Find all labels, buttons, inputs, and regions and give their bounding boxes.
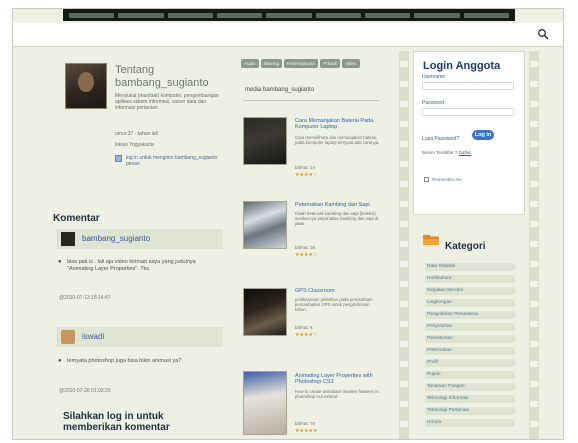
commenter-name[interactable]: bambang_sugianto xyxy=(82,234,150,243)
media-thumbnail[interactable] xyxy=(243,201,287,249)
message-login-text: log in untuk mengirim bambang_sugianto p… xyxy=(126,155,218,167)
remember-me-checkbox[interactable] xyxy=(424,177,429,182)
category-item[interactable]: Hortikultura xyxy=(425,275,515,283)
top-navigation xyxy=(63,9,515,21)
category-item[interactable]: Data Statistik xyxy=(425,263,515,271)
media-divider xyxy=(243,100,379,101)
category-item[interactable]: Umum xyxy=(425,419,515,427)
username-label: Username xyxy=(422,74,446,80)
media-item-views: Dilihat: 38 xyxy=(295,245,316,250)
tab-pribadi[interactable]: Pribadi xyxy=(320,59,341,68)
comment-date-1: @2010-07-13 15:14:47 xyxy=(59,295,111,301)
category-item[interactable]: Penyuluhan xyxy=(425,323,515,331)
forgot-password-link[interactable]: Lupa Password? xyxy=(422,136,459,142)
media-item-title[interactable]: GPS Classroom xyxy=(295,288,381,294)
profile-avatar[interactable] xyxy=(65,63,107,109)
kategori-title: Kategori xyxy=(445,241,486,252)
tab-audio[interactable]: Audio xyxy=(241,59,259,68)
category-item[interactable]: Perkebunan xyxy=(425,335,515,343)
top-nav-item-3[interactable] xyxy=(167,12,213,18)
media-item-title[interactable]: Cara Memanjakan Baterai Pada Komputer La… xyxy=(295,118,381,130)
tab-video[interactable]: Video xyxy=(342,59,360,68)
sidebar-column: Login Anggota Username Password Lupa Pas… xyxy=(413,51,525,439)
remember-me-label: Remember me xyxy=(432,177,462,182)
rating-stars[interactable]: ★★★★★ xyxy=(295,428,317,434)
media-item-title[interactable]: Peternakan Kambing dan Sapi xyxy=(295,202,381,208)
password-field[interactable] xyxy=(422,108,514,116)
search-bar xyxy=(13,23,563,47)
media-thumbnail[interactable] xyxy=(243,288,287,336)
commenter-name[interactable]: iswadi xyxy=(82,332,104,341)
top-nav-item-5[interactable] xyxy=(266,12,312,18)
media-item-description: How to create animation timeline feature… xyxy=(295,389,379,399)
top-nav-item-1[interactable] xyxy=(69,12,115,18)
register-prefix: Belum Terdaftar ? xyxy=(422,150,458,155)
profile-location: lokasi Yogyakarta xyxy=(115,142,154,148)
top-nav-item-2[interactable] xyxy=(118,12,164,18)
comment-header-1: bambang_sugianto xyxy=(57,229,223,249)
commenter-avatar[interactable] xyxy=(61,330,75,344)
media-tabs: Audio Sharing Kebersamaan Pribadi Video xyxy=(241,59,360,68)
right-rail-decoration xyxy=(529,51,539,439)
category-item[interactable]: Tanaman Pangan xyxy=(425,383,515,391)
media-item-views: Dilihat: 8 xyxy=(295,325,313,330)
media-thumbnail[interactable] xyxy=(243,371,287,435)
category-item[interactable]: Profil xyxy=(425,359,515,367)
rating-stars[interactable]: ★★★★☆ xyxy=(295,332,317,338)
media-title: media bambang_sugianto xyxy=(245,87,315,93)
rating-stars[interactable]: ★★★★☆ xyxy=(295,252,317,258)
login-title: Login Anggota xyxy=(423,60,501,72)
profile-description: Menyukai (manfaat) komputer, pengembanga… xyxy=(115,93,219,111)
left-rail-decoration xyxy=(399,51,409,439)
top-nav-item-7[interactable] xyxy=(364,12,411,18)
profile-age: umur 37 - tahun lah xyxy=(115,131,159,137)
comment-text-1: bisa pak is . lali aja video kiriman say… xyxy=(58,259,215,273)
comment-text-2: ternyata photoshop juga bisa bikin anima… xyxy=(58,358,215,365)
comment-header-2: iswadi xyxy=(57,327,223,347)
username-field[interactable] xyxy=(422,82,514,90)
user-icon xyxy=(115,155,122,162)
media-column: Audio Sharing Kebersamaan Pribadi Video … xyxy=(237,51,385,439)
media-thumbnail[interactable] xyxy=(243,117,287,165)
register-link[interactable]: Daftar xyxy=(459,150,471,155)
media-item-description: Kisah beternak kambing dan sapi (koleksi… xyxy=(295,211,379,226)
folder-icon xyxy=(423,235,439,245)
category-item[interactable]: Teknologi Informasi xyxy=(425,395,515,403)
profile-column: Tentang bambang_sugianto Menyukai (manfa… xyxy=(53,51,227,439)
message-login-link[interactable]: log in untuk mengirim bambang_sugianto p… xyxy=(115,155,225,167)
top-nav-item-4[interactable] xyxy=(216,12,263,18)
top-nav-item-9[interactable] xyxy=(463,12,509,18)
media-item-description: pelaksanaan pelatihan pada perusahaan pe… xyxy=(295,297,373,312)
comments-title: Komentar xyxy=(53,213,100,224)
password-label: Password xyxy=(422,100,444,106)
category-item[interactable]: Pengolahan Pemasaran xyxy=(425,311,515,319)
media-item-description: Cara memelihara dan memanjakan baterai p… xyxy=(295,135,380,145)
remember-me[interactable]: Remember me xyxy=(424,177,492,183)
tab-sharing[interactable]: Sharing xyxy=(260,59,283,68)
category-item[interactable]: Lingkungan xyxy=(425,299,515,307)
commenter-avatar[interactable] xyxy=(61,232,75,246)
category-item[interactable]: Pupuk xyxy=(425,371,515,379)
top-nav-item-6[interactable] xyxy=(315,12,361,18)
page-frame: Tentang bambang_sugianto Menyukai (manfa… xyxy=(12,8,564,440)
media-item-title[interactable]: Animating Layer Properties with Photosho… xyxy=(295,373,381,385)
search-icon[interactable] xyxy=(537,28,549,40)
category-item[interactable]: Teknologi Pertanian xyxy=(425,407,515,415)
login-button[interactable]: Log in xyxy=(472,130,494,140)
media-item-views: Dilihat: 70 xyxy=(295,421,316,426)
tab-kebersamaan[interactable]: Kebersamaan xyxy=(284,59,319,68)
login-panel: Login Anggota Username Password Lupa Pas… xyxy=(413,51,525,215)
category-item[interactable]: Peternakan xyxy=(425,347,515,355)
rating-stars[interactable]: ★★★★☆ xyxy=(295,172,317,178)
comment-date-2: @2010-07-28 01:03:23 xyxy=(59,388,111,394)
profile-title: Tentang bambang_sugianto xyxy=(115,64,209,89)
media-item-views: Dilihat: 14 xyxy=(295,165,316,170)
register-line: Belum Terdaftar ? Daftar xyxy=(422,150,471,155)
top-nav-item-8[interactable] xyxy=(414,12,460,18)
category-item[interactable]: Kegiatan Menteri xyxy=(425,287,515,295)
login-to-comment-note: Silahkan log in untuk memberikan komenta… xyxy=(63,411,170,433)
